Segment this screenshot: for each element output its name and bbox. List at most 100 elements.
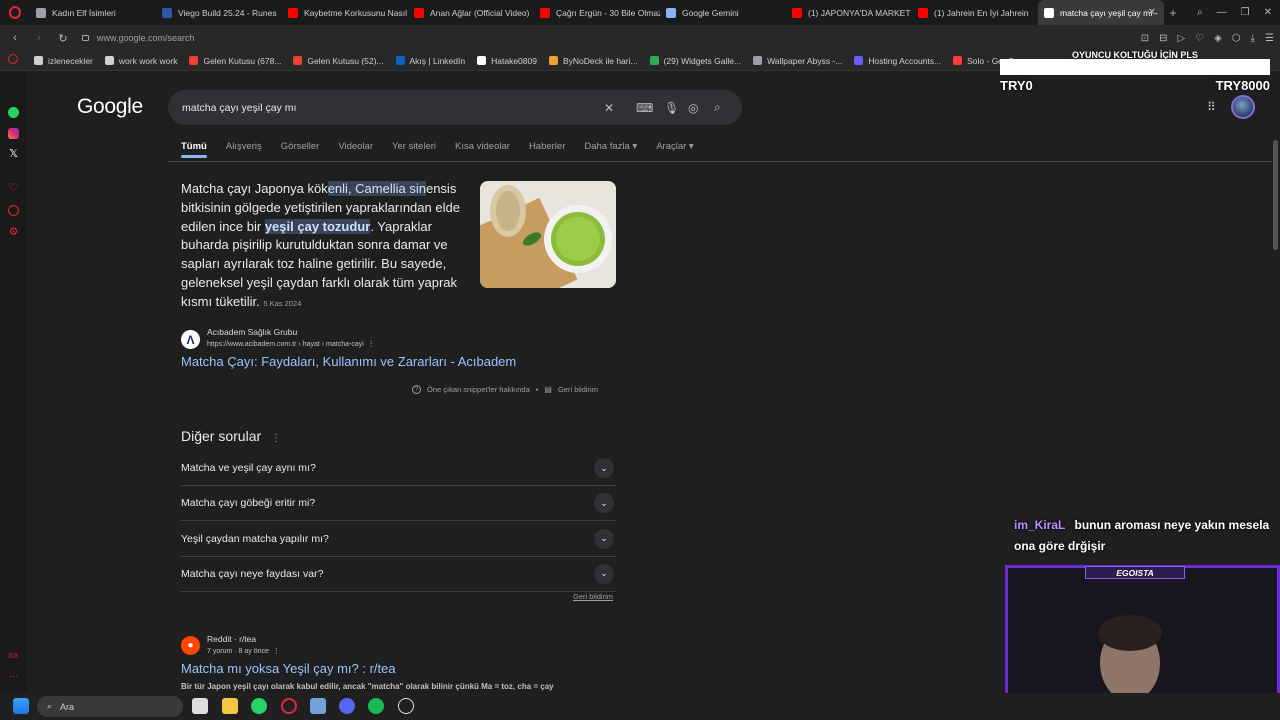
bookmark-icon bbox=[34, 56, 43, 65]
bookmark-9[interactable]: Hosting Accounts... bbox=[848, 56, 947, 66]
url-field[interactable]: www.google.com/search bbox=[82, 33, 195, 43]
play-icon[interactable]: ▷ bbox=[1178, 33, 1186, 44]
microphone-icon[interactable]: 🎙 bbox=[664, 90, 679, 125]
chevron-down-icon[interactable]: ⌄ bbox=[594, 493, 614, 514]
github-taskbar-icon[interactable] bbox=[398, 698, 414, 714]
tab-3[interactable]: Anan Ağlar (Official Video) bbox=[408, 0, 534, 25]
paa-feedback-link[interactable]: Geri bildirim bbox=[573, 592, 613, 601]
search-tab-0[interactable]: Tümü bbox=[181, 141, 207, 158]
forward-button[interactable]: › bbox=[30, 32, 48, 44]
keyboard-icon[interactable]: ⌨ bbox=[636, 90, 653, 125]
lens-icon[interactable]: ◎ bbox=[688, 90, 698, 125]
clear-icon[interactable]: ✕ bbox=[604, 90, 614, 125]
chevron-down-icon[interactable]: ⌄ bbox=[594, 563, 614, 584]
bookmark-3[interactable]: Gelen Kutusu (52)... bbox=[287, 56, 389, 66]
vpn-taskbar-icon[interactable] bbox=[310, 698, 326, 714]
about-snippets-link[interactable]: Öne çıkan snippet'ler hakkında bbox=[427, 385, 530, 394]
whatsapp-taskbar-icon[interactable] bbox=[251, 698, 267, 714]
search-tab-6[interactable]: Haberler bbox=[529, 141, 565, 152]
result-title-link[interactable]: Matcha Çayı: Faydaları, Kullanımı ve Zar… bbox=[181, 354, 516, 369]
bookmark-5[interactable]: Hatake0809 bbox=[471, 56, 543, 66]
gx-icon[interactable]: GX bbox=[8, 651, 19, 662]
bookmark-label: Hosting Accounts... bbox=[868, 55, 942, 66]
discord-taskbar-icon[interactable] bbox=[339, 698, 355, 714]
reddit-title-link[interactable]: Matcha mı yoksa Yeşil çay mı? : r/tea bbox=[181, 661, 396, 676]
taskbar-app-icon[interactable] bbox=[192, 698, 208, 714]
paa-question[interactable]: Matcha çayı neye faydası var? ⌄ bbox=[181, 557, 616, 592]
more-options-icon[interactable]: ⋮ bbox=[271, 433, 281, 444]
search-tab-4[interactable]: Yer siteleri bbox=[392, 141, 436, 152]
tab-6[interactable]: (1) JAPONYA'DA MARKET bbox=[786, 0, 912, 25]
search-tabs-icon[interactable]: ⌕ bbox=[1197, 7, 1203, 18]
share-icon[interactable]: ⬡ bbox=[1232, 33, 1241, 44]
paa-question[interactable]: Matcha ve yeşil çay aynı mı? ⌄ bbox=[181, 451, 616, 486]
apps-grid-icon[interactable]: ⠿ bbox=[1207, 100, 1219, 114]
bookmark-6[interactable]: ByNoDeck ile hari... bbox=[543, 56, 644, 66]
bookmark-icon bbox=[953, 56, 963, 65]
bookmark-icon bbox=[189, 56, 199, 65]
opera-menu-button[interactable] bbox=[0, 0, 30, 25]
menu-icon[interactable]: ☰ bbox=[1265, 33, 1274, 44]
new-tab-button[interactable]: + bbox=[1164, 6, 1182, 20]
more-icon[interactable]: ··· bbox=[8, 671, 19, 682]
settings-icon[interactable]: ⚙ bbox=[8, 227, 19, 238]
tab-2[interactable]: Kaybetme Korkusunu Nasıl bbox=[282, 0, 408, 25]
whatsapp-icon[interactable] bbox=[8, 107, 19, 118]
tab-8[interactable]: matcha çayı yeşil çay mı - ✕ bbox=[1038, 0, 1164, 25]
chevron-down-icon[interactable]: ⌄ bbox=[594, 458, 614, 478]
bookmark-0[interactable]: izlenecekler bbox=[28, 56, 99, 66]
paa-question[interactable]: Matcha çayı göbeği eritir mi? ⌄ bbox=[181, 486, 616, 522]
opera-taskbar-icon[interactable] bbox=[281, 698, 297, 714]
instagram-icon[interactable] bbox=[8, 128, 19, 139]
tab-snap-icon[interactable]: ⊟ bbox=[1159, 33, 1167, 44]
heart-icon[interactable]: ♡ bbox=[1195, 33, 1204, 44]
search-tab-7[interactable]: Daha fazla ▾ bbox=[584, 141, 637, 152]
paa-question[interactable]: Yeşil çaydan matcha yapılır mı? ⌄ bbox=[181, 522, 616, 557]
search-tab-8[interactable]: Araçlar ▾ bbox=[656, 141, 694, 152]
maximize-button[interactable]: ❐ bbox=[1241, 7, 1250, 18]
tab-7[interactable]: (1) Jahrein En İyi Jahrein bbox=[912, 0, 1038, 25]
google-logo[interactable]: Google bbox=[77, 95, 143, 119]
tab-0[interactable]: Kadın Elf İsimleri bbox=[30, 0, 156, 25]
minimize-button[interactable]: — bbox=[1217, 7, 1227, 18]
history-icon[interactable] bbox=[8, 205, 19, 216]
messenger-icon[interactable] bbox=[8, 54, 18, 64]
x-twitter-icon[interactable]: 𝕏 bbox=[8, 149, 19, 160]
avatar[interactable] bbox=[1231, 95, 1255, 119]
download-icon[interactable]: ⤓ bbox=[1251, 33, 1255, 44]
close-window-button[interactable]: ✕ bbox=[1264, 7, 1272, 18]
search-tab-5[interactable]: Kısa videolar bbox=[455, 141, 510, 152]
back-button[interactable]: ‹ bbox=[6, 32, 24, 44]
tab-5[interactable]: Google Gemini bbox=[660, 0, 786, 25]
bookmark-2[interactable]: Gelen Kutusu (678... bbox=[183, 56, 287, 66]
tab-1[interactable]: Viego Build 25.24 - Runes bbox=[156, 0, 282, 25]
bookmark-7[interactable]: (29) Widgets Galle... bbox=[644, 56, 747, 66]
search-tab-3[interactable]: Videolar bbox=[338, 141, 373, 152]
bookmark-1[interactable]: work work work bbox=[99, 56, 184, 66]
screenshot-icon[interactable]: ⊡ bbox=[1141, 33, 1149, 44]
reddit-result[interactable]: ● Reddit · r/tea 7 yorum · 8 ay önce ⋮ M… bbox=[181, 631, 641, 691]
feedback-link[interactable]: Geri bildirim bbox=[558, 385, 598, 394]
taskbar-search[interactable]: ⌕ Ara bbox=[37, 696, 183, 717]
spotify-taskbar-icon[interactable] bbox=[368, 698, 384, 714]
bookmark-4[interactable]: Akış | LinkedIn bbox=[390, 56, 472, 66]
opera-logo-icon bbox=[9, 6, 21, 19]
matcha-image[interactable] bbox=[480, 181, 616, 288]
close-tab-icon[interactable]: ✕ bbox=[1148, 7, 1156, 18]
search-input[interactable]: matcha çayı yeşil çay mı ✕ ⌨ 🎙 ◎ ⌕ bbox=[168, 90, 742, 125]
reload-button[interactable]: ↻ bbox=[54, 32, 72, 45]
tab-favicon-icon bbox=[792, 7, 802, 18]
paa-question-text: Matcha çayı göbeği eritir mi? bbox=[181, 497, 316, 510]
search-tab-1[interactable]: Alışveriş bbox=[226, 141, 262, 152]
scrollbar-thumb[interactable] bbox=[1273, 140, 1278, 250]
chevron-down-icon[interactable]: ⌄ bbox=[594, 528, 614, 549]
webcam-label: EGOISTA bbox=[1085, 566, 1185, 579]
tab-4[interactable]: Çağrı Ergün - 30 Bile Olmaz bbox=[534, 0, 660, 25]
file-explorer-icon[interactable] bbox=[222, 698, 238, 714]
search-tab-2[interactable]: Görseller bbox=[281, 141, 320, 152]
bookmark-8[interactable]: Wallpaper Abyss -... bbox=[747, 56, 848, 66]
search-icon[interactable]: ⌕ bbox=[714, 90, 721, 125]
extension-icon[interactable]: ◈ bbox=[1214, 33, 1222, 44]
favorites-icon[interactable]: ♡ bbox=[8, 183, 19, 194]
windows-start-icon[interactable] bbox=[13, 698, 29, 714]
